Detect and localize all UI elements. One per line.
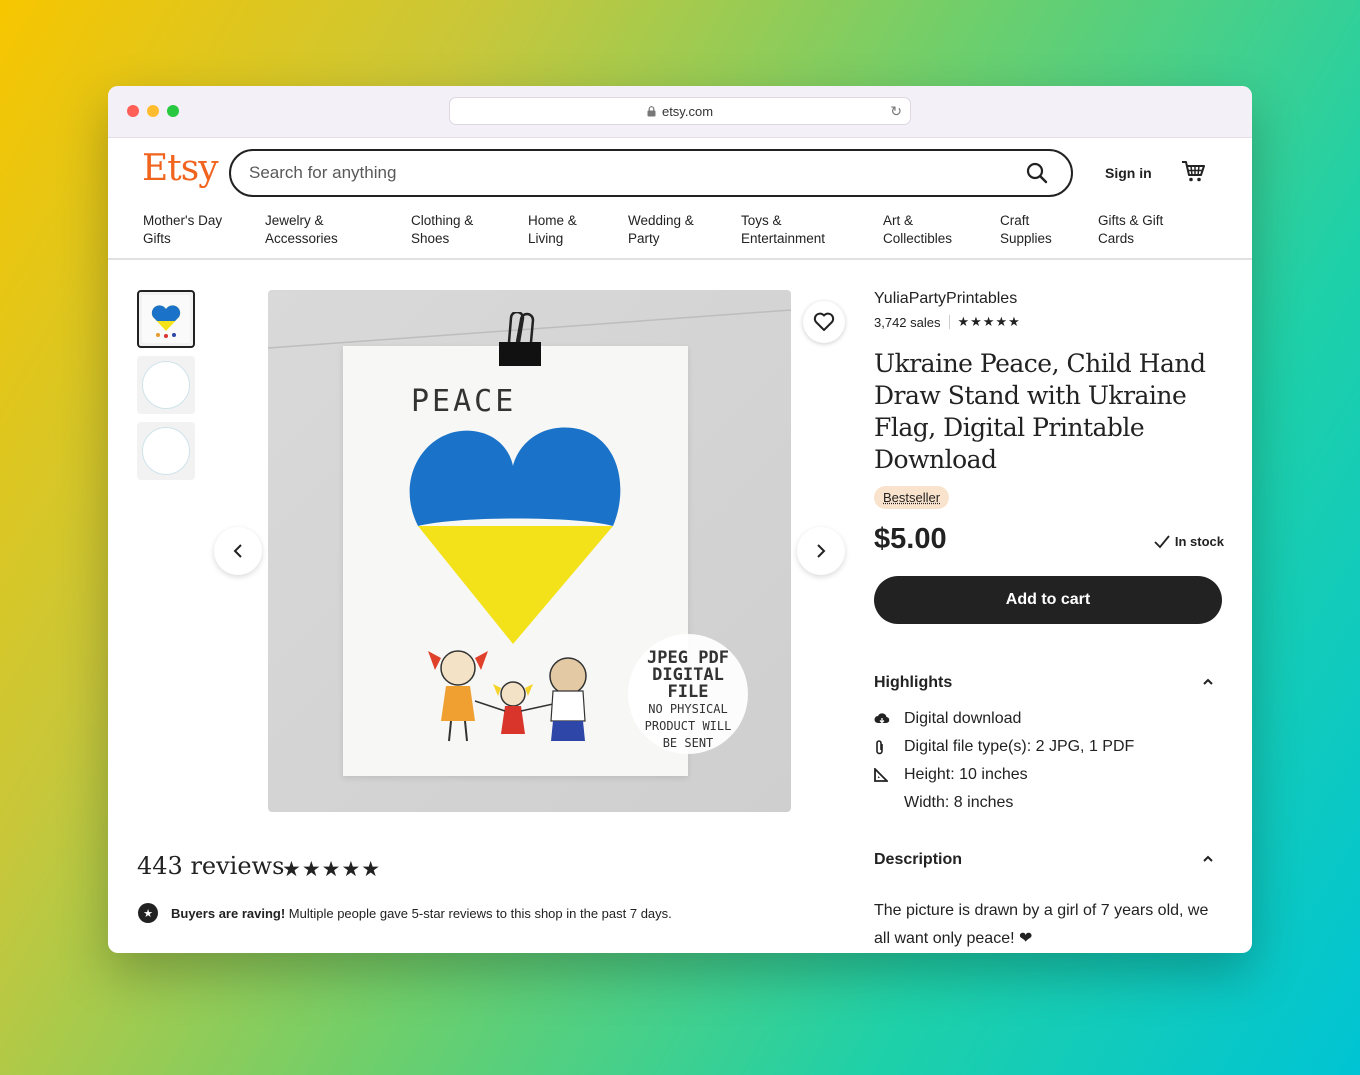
add-to-cart-button[interactable]: Add to cart	[874, 576, 1222, 624]
reload-icon[interactable]: ↻	[890, 103, 902, 120]
main-product-image: PEACE JPEG PDF DIGITAL FILE NO PHYSICAL …	[268, 290, 791, 812]
product-price: $5.00	[874, 523, 947, 555]
description-header[interactable]: Description	[874, 851, 1224, 869]
ruler-icon	[874, 768, 888, 782]
bestseller-badge[interactable]: Bestseller	[874, 486, 950, 509]
buyers-raving-banner: ★ Buyers are raving! Multiple people gav…	[138, 903, 672, 923]
separator	[948, 315, 950, 329]
heart-thumbnail-image	[151, 305, 181, 338]
shop-name-link[interactable]: YuliaPartyPrintables	[874, 290, 1224, 308]
shop-stats: 3,742 sales ★★★★★	[874, 314, 1224, 330]
nav-item-jewelry-accessories[interactable]: Jewelry & Accessories	[265, 212, 375, 248]
product-description: The picture is drawn by a girl of 7 year…	[874, 902, 1209, 947]
highlights-header[interactable]: Highlights	[874, 674, 1224, 692]
cart-icon[interactable]	[1180, 158, 1206, 184]
close-window-dot[interactable]	[127, 105, 139, 117]
raving-message: Buyers are raving! Multiple people gave …	[171, 905, 672, 921]
lock-icon	[647, 105, 656, 116]
paperclip-icon	[876, 740, 883, 755]
stock-status: In stock	[1154, 534, 1224, 549]
heart-icon	[813, 312, 835, 331]
search-input[interactable]	[249, 163, 989, 183]
category-nav: Mother's Day Gifts Jewelry & Accessories C…	[108, 212, 1252, 258]
thumbnail-1[interactable]	[137, 290, 195, 348]
maximize-window-dot[interactable]	[167, 105, 179, 117]
next-image-button[interactable]	[797, 527, 845, 575]
cloud-download-icon	[874, 713, 890, 724]
checkmark-icon	[1154, 534, 1170, 548]
nav-item-gifts-gift-cards[interactable]: Gifts & Gift Cards	[1098, 212, 1208, 248]
nav-item-wedding-party[interactable]: Wedding & Party	[628, 212, 738, 248]
thumbnail-image	[142, 361, 190, 409]
site-header: Etsy Sign in	[108, 138, 1252, 208]
thumbnail-image	[142, 427, 190, 475]
chevron-left-icon	[233, 544, 242, 558]
header-divider	[108, 258, 1252, 260]
favorite-button[interactable]	[803, 301, 845, 343]
search-icon[interactable]	[1025, 161, 1049, 185]
nav-item-toys-entertainment[interactable]: Toys & Entertainment	[741, 212, 851, 248]
nav-item-art-collectibles[interactable]: Art & Collectibles	[883, 212, 993, 248]
nav-item-craft-supplies[interactable]: Craft Supplies	[1000, 212, 1110, 248]
nav-item-home-living[interactable]: Home & Living	[528, 212, 638, 248]
sales-count: 3,742 sales	[874, 314, 941, 330]
etsy-logo[interactable]: Etsy	[142, 148, 219, 189]
thumbnail-image	[142, 295, 190, 343]
star-badge-icon: ★	[138, 903, 158, 923]
product-info-panel: YuliaPartyPrintables 3,742 sales ★★★★★ U…	[874, 290, 1224, 953]
chevron-up-icon	[1203, 678, 1213, 685]
nav-item-clothing-shoes[interactable]: Clothing & Shoes	[411, 212, 521, 248]
address-bar[interactable]: etsy.com ↻	[449, 97, 911, 125]
chevron-right-icon	[817, 544, 826, 558]
sign-in-link[interactable]: Sign in	[1105, 165, 1152, 181]
shop-rating-stars[interactable]: ★★★★★	[958, 314, 1021, 330]
highlight-item: Height: 10 inches	[874, 761, 1224, 789]
search-bar	[229, 149, 1073, 197]
thumbnail-3[interactable]	[137, 422, 195, 480]
reviews-stars: ★★★★★	[282, 858, 382, 881]
highlights-list: Digital download Digital file type(s): 2…	[874, 705, 1224, 817]
nav-item-mothers-day-gifts[interactable]: Mother's Day Gifts	[143, 212, 253, 248]
highlight-item: Digital download	[874, 705, 1224, 733]
peace-text: PEACE	[411, 384, 517, 419]
minimize-window-dot[interactable]	[147, 105, 159, 117]
product-title: Ukraine Peace, Child Hand Draw Stand wit…	[874, 349, 1206, 474]
digital-file-badge: JPEG PDF DIGITAL FILE NO PHYSICAL PRODUC…	[628, 634, 748, 754]
binder-clip-icon	[499, 312, 541, 366]
highlight-item: Digital file type(s): 2 JPG, 1 PDF	[874, 733, 1224, 761]
chevron-up-icon	[1203, 855, 1213, 862]
previous-image-button[interactable]	[214, 527, 262, 575]
url-text: etsy.com	[661, 103, 714, 119]
browser-chrome: etsy.com ↻	[108, 86, 1252, 138]
thumbnail-2[interactable]	[137, 356, 195, 414]
highlight-item: Width: 8 inches	[904, 794, 1014, 811]
thumbnail-list	[137, 290, 195, 488]
reviews-count: 443 reviews	[137, 852, 285, 880]
price-row: $5.00 In stock	[874, 523, 1224, 563]
browser-window: etsy.com ↻ Etsy Sign in Mother's DayGift…	[108, 86, 1252, 953]
children-drawing	[428, 650, 587, 742]
ukraine-heart-drawing	[409, 427, 621, 644]
